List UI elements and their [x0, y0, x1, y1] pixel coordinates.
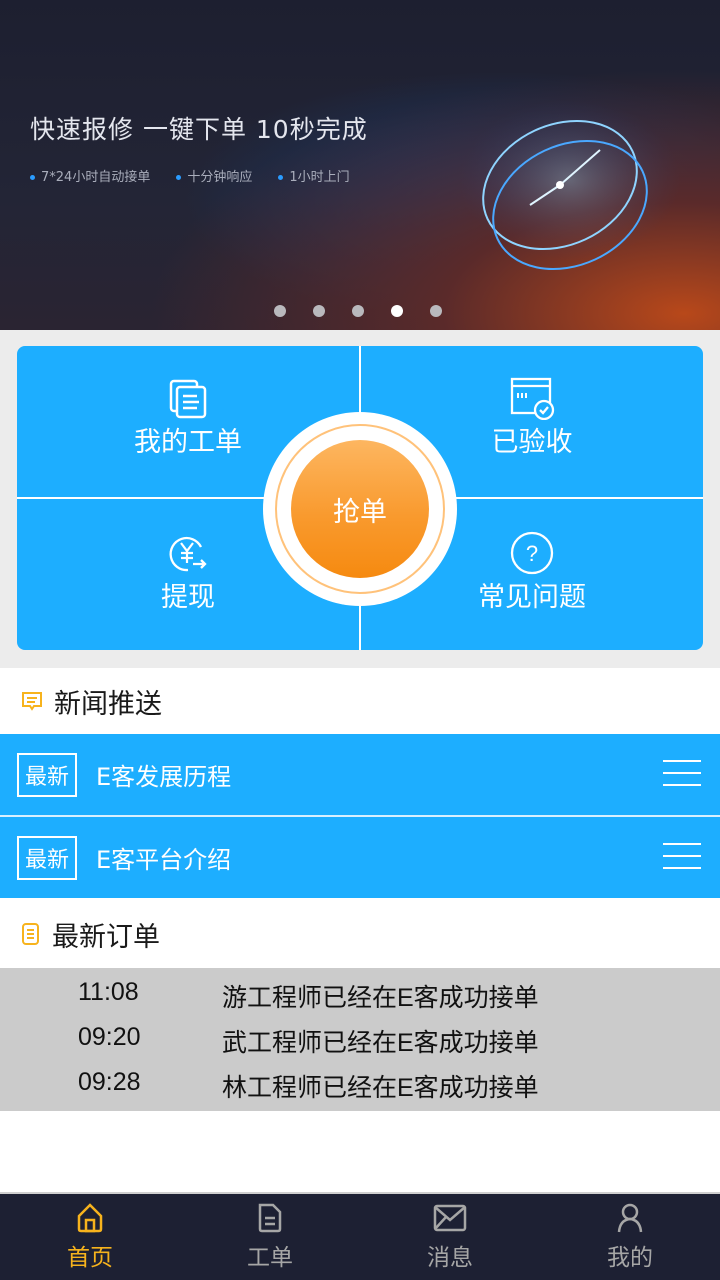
grab-order-button[interactable]: 抢单 [263, 412, 457, 606]
tab-label: 首页 [67, 1245, 113, 1271]
message-icon [22, 692, 42, 711]
home-icon [77, 1203, 103, 1233]
news-item[interactable]: 最新 E客平台介绍 [0, 817, 720, 898]
order-row: 09:20 武工程师已经在E客成功接单 [0, 1023, 720, 1067]
yuan-withdraw-icon [169, 536, 207, 572]
news-header: 新闻推送 [0, 668, 720, 734]
banner-feature: 十分钟响应 [176, 166, 252, 185]
documents-icon [169, 379, 207, 419]
order-row: 11:08 游工程师已经在E客成功接单 [0, 978, 720, 1022]
carousel-indicators [274, 305, 442, 317]
tab-orders[interactable]: 工单 [180, 1194, 360, 1280]
new-badge: 最新 [17, 835, 77, 880]
order-time: 09:28 [78, 1068, 141, 1096]
menu-icon[interactable] [663, 843, 701, 873]
carousel-dot[interactable] [274, 305, 286, 317]
bottom-tab-bar: 首页 工单 消息 我的 [0, 1192, 720, 1280]
news-title: E客发展历程 [96, 763, 232, 791]
clock-illustration [460, 100, 680, 271]
banner-features: 7*24小时自动接单 十分钟响应 1小时上门 [30, 166, 350, 185]
document-icon [258, 1203, 282, 1233]
carousel-dot[interactable] [352, 305, 364, 317]
tab-label: 我的 [607, 1245, 653, 1271]
tab-label: 消息 [427, 1245, 473, 1271]
new-badge: 最新 [17, 752, 77, 797]
tab-label: 工单 [247, 1245, 293, 1271]
news-title: E客平台介绍 [96, 846, 232, 874]
carousel-dot[interactable] [313, 305, 325, 317]
section-title: 新闻推送 [54, 688, 162, 720]
banner-title: 快速报修 一键下单 10秒完成 [30, 115, 368, 144]
section-title: 最新订单 [52, 921, 160, 953]
menu-icon[interactable] [663, 760, 701, 790]
grab-order-label: 抢单 [291, 440, 429, 578]
tab-profile[interactable]: 我的 [540, 1194, 720, 1280]
promo-banner[interactable]: 快速报修 一键下单 10秒完成 7*24小时自动接单 十分钟响应 1小时上门 [0, 0, 720, 330]
order-message: 林工程师已经在E客成功接单 [222, 1074, 539, 1102]
user-icon [617, 1203, 643, 1233]
order-time: 11:08 [78, 978, 139, 1006]
order-message: 游工程师已经在E客成功接单 [222, 984, 539, 1012]
banner-feature: 7*24小时自动接单 [30, 166, 150, 185]
clipboard-icon [22, 923, 39, 945]
svg-text:?: ? [526, 541, 538, 566]
order-time: 09:20 [78, 1023, 141, 1051]
question-icon: ? [510, 531, 554, 575]
orders-list: 11:08 游工程师已经在E客成功接单 09:20 武工程师已经在E客成功接单 … [0, 968, 720, 1111]
carousel-dot-active[interactable] [391, 305, 403, 317]
tab-home[interactable]: 首页 [0, 1194, 180, 1280]
accepted-check-icon [510, 377, 555, 420]
mail-icon [433, 1204, 467, 1232]
tab-messages[interactable]: 消息 [360, 1194, 540, 1280]
orders-header: 最新订单 [0, 900, 720, 968]
carousel-dot[interactable] [430, 305, 442, 317]
banner-feature: 1小时上门 [278, 166, 349, 185]
order-message: 武工程师已经在E客成功接单 [222, 1029, 539, 1057]
news-item[interactable]: 最新 E客发展历程 [0, 734, 720, 815]
order-row: 09:28 林工程师已经在E客成功接单 [0, 1068, 720, 1112]
